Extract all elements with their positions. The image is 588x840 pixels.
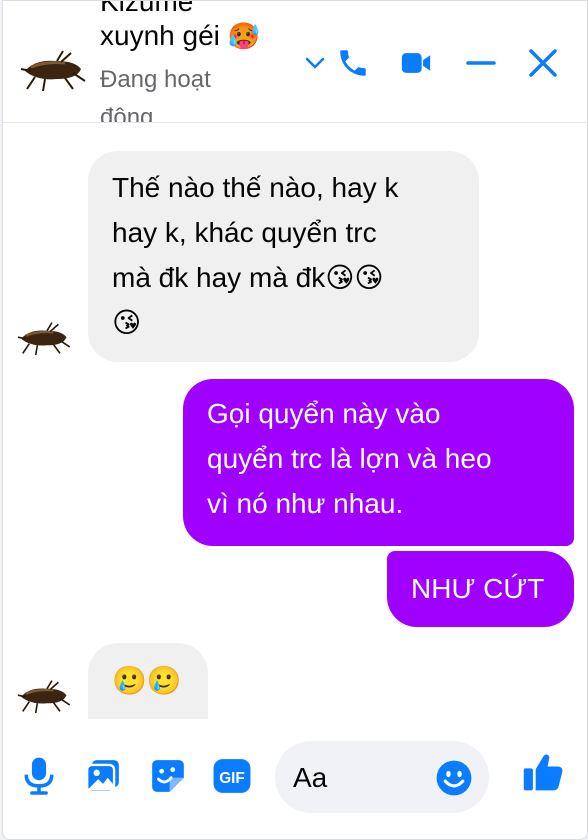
- gif-button[interactable]: GIF: [210, 754, 254, 798]
- emoji-icon[interactable]: [435, 759, 473, 797]
- contact-name[interactable]: Kizume xuynh géi 🥵: [100, 1, 300, 53]
- microphone-icon: [24, 757, 54, 795]
- chat-header: Kizume xuynh géi 🥵 Đang hoạt động: [3, 1, 587, 123]
- attach-image-button[interactable]: [81, 754, 125, 798]
- call-button[interactable]: [331, 41, 375, 85]
- contact-name-line1: Kizume: [100, 1, 194, 17]
- contact-avatar[interactable]: [17, 49, 87, 91]
- video-camera-icon: [401, 53, 431, 73]
- message-list: Thế nào thế nào, hay k hay k, khác quyển…: [3, 123, 587, 723]
- sticker-icon: [152, 760, 184, 792]
- chevron-down-icon: [305, 57, 325, 69]
- image-icon: [85, 760, 119, 794]
- like-button[interactable]: [521, 750, 565, 794]
- message-input[interactable]: [291, 755, 435, 801]
- sticker-button[interactable]: [146, 754, 190, 798]
- contact-avatar-small[interactable]: [14, 679, 72, 713]
- phone-icon: [340, 50, 366, 76]
- contact-status: Đang hoạt động: [100, 66, 211, 123]
- minimize-button[interactable]: [459, 41, 503, 85]
- thumbs-up-icon: [523, 754, 563, 791]
- outgoing-message[interactable]: NHƯ CỨT: [387, 551, 574, 627]
- message-input-container: [275, 741, 489, 813]
- contact-avatar-small[interactable]: [14, 321, 72, 355]
- outgoing-message[interactable]: Gọi quyển này vào quyển trc là lợn và he…: [183, 379, 574, 546]
- contact-name-line2: xuynh géi: [100, 20, 220, 51]
- video-call-button[interactable]: [394, 41, 438, 85]
- gif-icon: GIF: [213, 759, 251, 793]
- voice-clip-button[interactable]: [17, 754, 61, 798]
- incoming-message[interactable]: 🥲🥲: [88, 643, 208, 719]
- close-icon: [529, 49, 557, 77]
- message-composer: GIF: [3, 736, 587, 836]
- incoming-message[interactable]: Thế nào thế nào, hay k hay k, khác quyển…: [88, 151, 479, 362]
- gif-label: GIF: [219, 770, 245, 787]
- close-button[interactable]: [521, 41, 565, 85]
- minimize-icon: [466, 61, 496, 65]
- chat-window: Kizume xuynh géi 🥵 Đang hoạt động Thế nà…: [2, 0, 588, 840]
- contact-name-emoji: 🥵: [227, 21, 261, 51]
